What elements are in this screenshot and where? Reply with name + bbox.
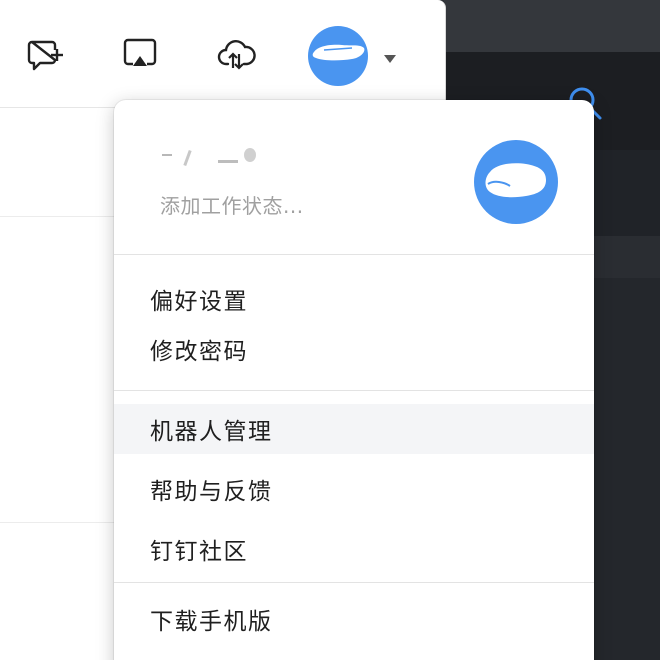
- new-chat-button[interactable]: [22, 34, 66, 78]
- menu-divider: [114, 254, 594, 255]
- top-toolbar: [0, 0, 446, 108]
- menu-item-dingtalk-community[interactable]: 钉钉社区: [114, 524, 594, 574]
- menu-item-change-password[interactable]: 修改密码: [114, 324, 594, 374]
- cloud-sync-button[interactable]: [214, 34, 258, 78]
- add-work-status-link[interactable]: 添加工作状态...: [160, 190, 304, 219]
- avatar-image: [308, 26, 368, 86]
- menu-item-preferences[interactable]: 偏好设置: [114, 274, 594, 324]
- menu-item-robot-management[interactable]: 机器人管理: [114, 404, 594, 454]
- screen-share-button[interactable]: [118, 34, 162, 78]
- user-name-redacted: [158, 144, 268, 172]
- menu-item-help-feedback[interactable]: 帮助与反馈: [114, 464, 594, 514]
- profile-dropdown-menu: 添加工作状态... 偏好设置 修改密码 机器人管理 帮助与反馈 钉钉社区 下载手…: [114, 100, 594, 660]
- profile-avatar[interactable]: [474, 140, 558, 224]
- profile-header: 添加工作状态...: [114, 100, 594, 254]
- menu-divider: [114, 582, 594, 583]
- user-avatar-button[interactable]: [308, 26, 368, 86]
- cloud-sync-icon: [216, 34, 256, 78]
- menu-divider: [114, 390, 594, 391]
- screen-cast-icon: [120, 34, 160, 78]
- menu-item-download-mobile[interactable]: 下载手机版: [114, 594, 594, 644]
- caret-down-icon[interactable]: [383, 50, 397, 63]
- background-band: [444, 0, 660, 52]
- chat-plus-icon: [24, 34, 64, 78]
